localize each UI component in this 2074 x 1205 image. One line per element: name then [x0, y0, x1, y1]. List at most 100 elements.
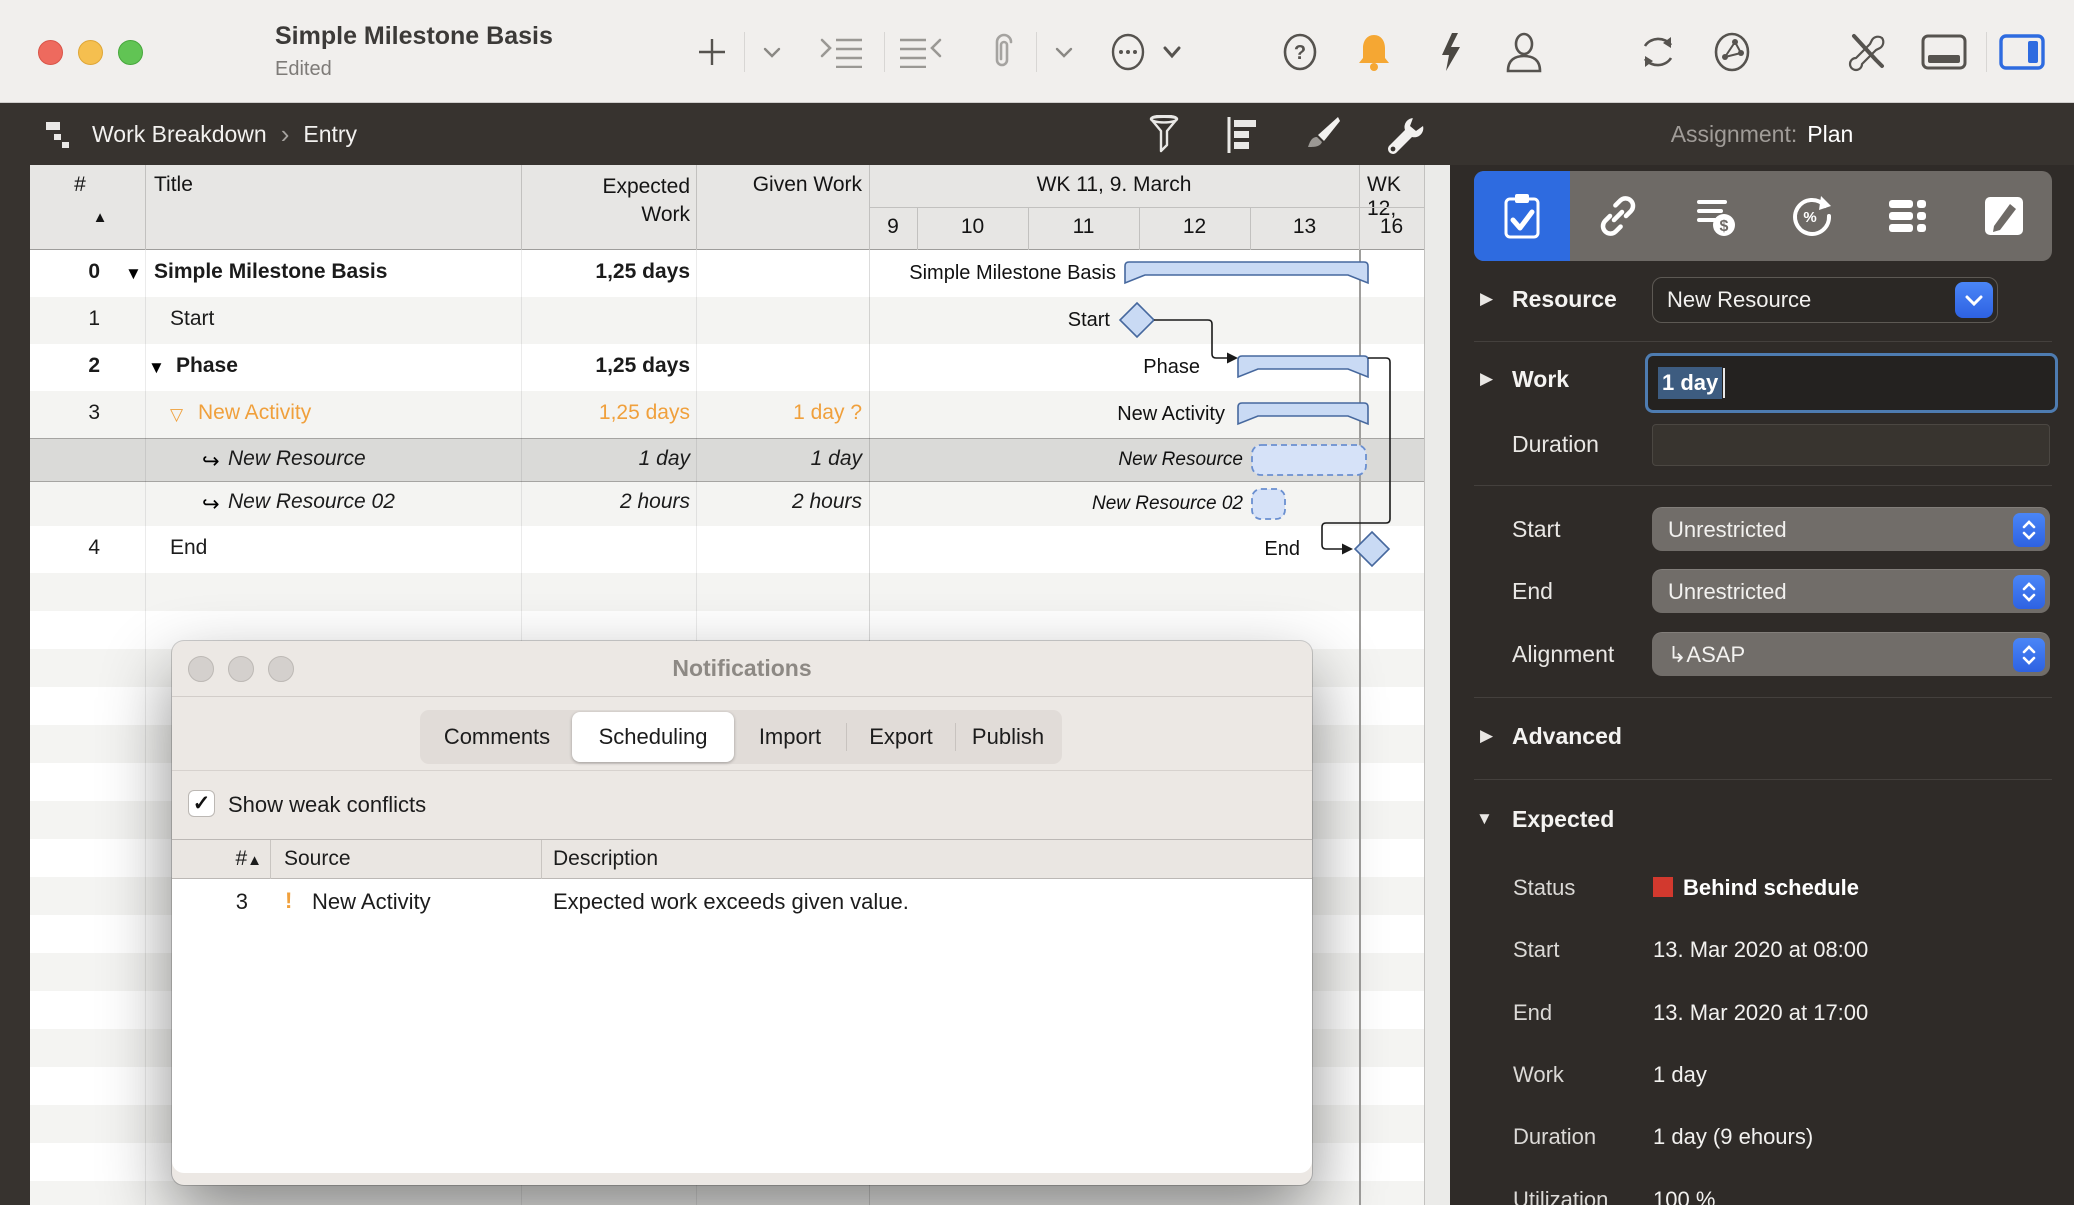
resource-dropdown[interactable]: New Resource: [1652, 277, 1998, 323]
outdent-button[interactable]: [896, 28, 944, 76]
gantt-assignment-bar-resource-2[interactable]: [1252, 489, 1285, 519]
network-publish-icon[interactable]: [1708, 28, 1756, 76]
column-divider: [696, 165, 697, 250]
tab-links-icon[interactable]: [1570, 171, 1666, 261]
tab-note-icon[interactable]: [1956, 171, 2052, 261]
day-header-10[interactable]: 10: [917, 215, 1028, 239]
dialog-tab-segmented-control: Comments Scheduling Import Export Publis…: [420, 710, 1062, 764]
gantt-assignment-bar-resource-1[interactable]: [1252, 445, 1366, 475]
alignment-popup[interactable]: ↳ASAP: [1652, 632, 2050, 676]
disclosure-open-icon[interactable]: ▼: [148, 358, 165, 378]
close-window-button[interactable]: [38, 40, 63, 65]
end-constraint-popup[interactable]: Unrestricted: [1652, 569, 2050, 613]
gantt-milestone-end[interactable]: [1355, 532, 1389, 566]
assignment-arrow-icon: ↪: [202, 449, 220, 474]
conflicts-column-description[interactable]: Description: [553, 847, 658, 871]
tab-plan-clipboard-icon[interactable]: [1474, 171, 1570, 261]
duration-input[interactable]: [1652, 424, 2050, 466]
toggle-bottom-panel-button[interactable]: [1920, 28, 1968, 76]
day-header-11[interactable]: 11: [1028, 215, 1139, 239]
app-window: Simple Milestone Basis Edited ?: [0, 0, 2074, 1205]
gantt-bar-phase[interactable]: [1238, 356, 1368, 377]
column-divider: [541, 840, 542, 880]
add-item-menu-chevron[interactable]: [748, 28, 796, 76]
attach-menu-chevron[interactable]: [1040, 28, 1088, 76]
attach-file-button[interactable]: [980, 28, 1028, 76]
breadcrumb-view[interactable]: Work Breakdown: [92, 121, 267, 148]
status-red-square-icon: [1653, 877, 1673, 897]
work-input[interactable]: 1 day: [1645, 353, 2058, 413]
conflict-row[interactable]: 3 ! New Activity Expected work exceeds g…: [172, 879, 1312, 927]
inspector-tab-bar: $ %: [1474, 171, 2052, 261]
gantt-bar-project[interactable]: [1125, 262, 1368, 283]
gantt-header-week-11[interactable]: WK 11, 9. March: [869, 173, 1359, 197]
gantt-link-arrowhead: [1342, 544, 1353, 555]
inspector-context-header: Assignment: Plan: [1450, 103, 2074, 165]
tab-scheduling[interactable]: Scheduling: [572, 712, 734, 762]
column-header-title[interactable]: Title: [154, 173, 193, 197]
tab-comments[interactable]: Comments: [422, 712, 572, 762]
day-header-16[interactable]: 16: [1359, 215, 1424, 239]
expected-disclosure-icon[interactable]: ▼: [1476, 809, 1493, 829]
minimize-window-button[interactable]: [78, 40, 103, 65]
column-divider: [145, 165, 146, 250]
resource-disclosure-icon[interactable]: ▶: [1480, 289, 1493, 309]
disclosure-open-icon[interactable]: ▼: [125, 264, 142, 284]
tab-import[interactable]: Import: [734, 712, 846, 762]
conflict-disclosure-icon[interactable]: ▽: [170, 405, 183, 425]
gantt-header-week-12[interactable]: WK 12,: [1367, 173, 1424, 221]
day-header-13[interactable]: 13: [1250, 215, 1359, 239]
more-actions-button[interactable]: [1104, 28, 1152, 76]
day-header-9[interactable]: 9: [869, 215, 917, 239]
conflicts-column-source[interactable]: Source: [284, 847, 351, 871]
expected-start-value: 13. Mar 2020 at 08:00: [1653, 937, 1868, 963]
toolbar-divider: [744, 32, 745, 72]
more-actions-chevron[interactable]: [1148, 28, 1196, 76]
chevron-down-icon[interactable]: [1955, 282, 1993, 318]
add-item-button[interactable]: [688, 28, 736, 76]
stepper-icon[interactable]: [2013, 513, 2045, 547]
sync-icon[interactable]: [1634, 28, 1682, 76]
column-header-given-work[interactable]: Given Work: [702, 173, 862, 197]
gantt-bar-activity[interactable]: [1238, 403, 1368, 424]
advanced-section-label: Advanced: [1512, 723, 1622, 750]
tab-cost-icon[interactable]: $: [1667, 171, 1763, 261]
settings-tools-icon[interactable]: [1844, 28, 1892, 76]
assignment-label: Assignment:: [1671, 121, 1798, 148]
column-header-expected-work[interactable]: Expected Work: [530, 173, 690, 229]
style-brush-icon[interactable]: [1300, 113, 1344, 157]
outline-view-icon[interactable]: [1222, 113, 1266, 157]
show-weak-conflicts-checkbox[interactable]: ✓: [188, 790, 215, 817]
notifications-bell-icon[interactable]: [1350, 28, 1398, 76]
tab-assignments-icon[interactable]: [1859, 171, 1955, 261]
help-button[interactable]: ?: [1276, 28, 1324, 76]
conflicts-bolt-icon[interactable]: [1426, 28, 1474, 76]
document-title: Simple Milestone Basis: [275, 22, 553, 51]
header-divider: [869, 207, 1424, 208]
conflicts-list-header: #▲ Source Description: [172, 839, 1312, 879]
resources-person-icon[interactable]: [1500, 28, 1548, 76]
breadcrumb-mode[interactable]: Entry: [303, 121, 357, 148]
work-disclosure-icon[interactable]: ▶: [1480, 369, 1493, 389]
indent-button[interactable]: [818, 28, 866, 76]
zoom-window-button[interactable]: [118, 40, 143, 65]
toggle-right-panel-button[interactable]: [1998, 28, 2046, 76]
settings-wrench-icon[interactable]: [1382, 113, 1426, 157]
advanced-disclosure-icon[interactable]: ▶: [1480, 726, 1493, 746]
conflicts-column-number[interactable]: #▲: [212, 847, 262, 871]
gantt-milestone-start[interactable]: [1120, 303, 1154, 337]
show-weak-conflicts-label: Show weak conflicts: [228, 792, 426, 818]
start-constraint-popup[interactable]: Unrestricted: [1652, 507, 2050, 551]
resource-dropdown-value: New Resource: [1667, 287, 1811, 313]
stepper-icon[interactable]: [2013, 638, 2045, 672]
day-header-12[interactable]: 12: [1139, 215, 1250, 239]
tab-utilization-icon[interactable]: %: [1763, 171, 1859, 261]
breadcrumb[interactable]: Work Breakdown › Entry: [44, 118, 357, 150]
tab-export[interactable]: Export: [847, 712, 955, 762]
column-header-number[interactable]: #: [50, 173, 110, 197]
vertical-scrollbar-track[interactable]: [1424, 165, 1450, 1205]
tab-publish[interactable]: Publish: [956, 712, 1060, 762]
filter-funnel-icon[interactable]: [1142, 113, 1186, 157]
sort-ascending-icon[interactable]: ▲: [70, 209, 130, 226]
stepper-icon[interactable]: [2013, 575, 2045, 609]
